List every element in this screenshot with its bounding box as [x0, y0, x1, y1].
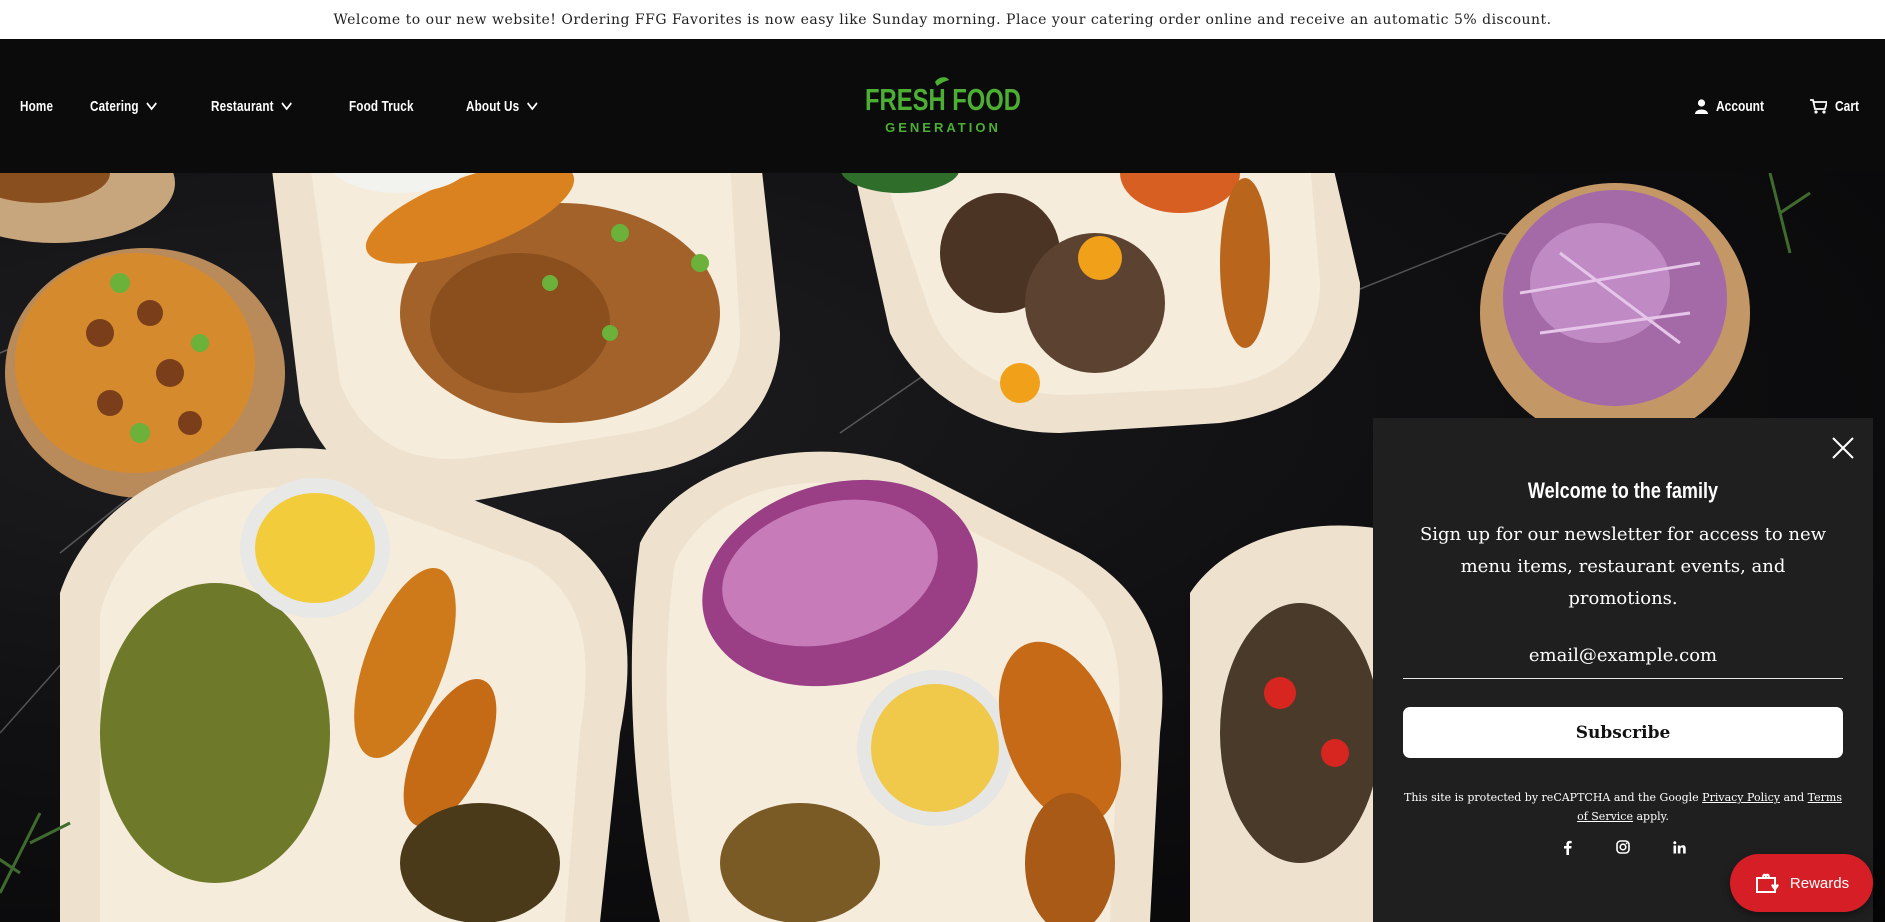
- account-link[interactable]: Account: [1694, 97, 1776, 115]
- newsletter-popup: Welcome to the family Sign up for our ne…: [1373, 418, 1873, 922]
- nav-catering[interactable]: Catering: [90, 97, 158, 115]
- privacy-policy-link[interactable]: Privacy Policy: [1702, 791, 1780, 804]
- bowl-top-left: [0, 173, 175, 243]
- main-nav: Home Catering Restaurant Food Truck Abou…: [20, 39, 592, 173]
- cart-label: Cart: [1834, 97, 1859, 115]
- nav-food-truck-label: Food Truck: [349, 97, 414, 115]
- nav-about-us[interactable]: About Us: [466, 98, 538, 115]
- linkedin-icon[interactable]: [1671, 839, 1687, 855]
- announcement-text: Welcome to our new website! Ordering FFG…: [333, 11, 1552, 28]
- popup-description: Sign up for our newsletter for access to…: [1419, 524, 1827, 609]
- announcement-bar: Welcome to our new website! Ordering FFG…: [0, 0, 1885, 39]
- chevron-down-icon: [281, 102, 293, 111]
- legal-prefix: This site is protected by reCAPTCHA and …: [1403, 791, 1699, 804]
- cart-icon: [1809, 98, 1827, 114]
- coleslaw-bowl: [1480, 183, 1750, 443]
- nav-restaurant-label: Restaurant: [210, 97, 274, 115]
- facebook-icon[interactable]: [1559, 839, 1575, 855]
- recaptcha-notice: This site is protected by reCAPTCHA and …: [1403, 788, 1843, 826]
- close-icon[interactable]: [1827, 432, 1859, 464]
- user-icon: [1694, 98, 1708, 114]
- container-bottom-left: [60, 448, 628, 922]
- nav-food-truck[interactable]: Food Truck: [349, 98, 414, 115]
- cart-link[interactable]: Cart: [1809, 97, 1865, 115]
- site-header: Home Catering Restaurant Food Truck Abou…: [0, 39, 1885, 173]
- subscribe-button[interactable]: Subscribe: [1403, 707, 1843, 758]
- legal-suffix: apply.: [1636, 810, 1669, 823]
- nav-home-label: Home: [20, 97, 54, 115]
- instagram-icon[interactable]: [1615, 839, 1631, 855]
- gift-icon: [1755, 873, 1779, 893]
- container-top-right: [841, 173, 1360, 433]
- rewards-label: Rewards: [1789, 874, 1850, 892]
- social-links: [1373, 839, 1873, 855]
- nav-about-label: About Us: [466, 97, 520, 115]
- nav-restaurant[interactable]: Restaurant: [210, 97, 293, 115]
- chevron-down-icon: [147, 102, 158, 111]
- utility-nav: Account Cart: [1661, 39, 1865, 173]
- nav-home[interactable]: Home: [20, 98, 53, 115]
- popup-title: Welcome to the family: [1373, 478, 1873, 504]
- popup-title-text: Welcome to the family: [1527, 478, 1719, 503]
- email-field[interactable]: [1403, 633, 1843, 679]
- container-bottom-center: [631, 451, 1163, 922]
- nav-catering-label: Catering: [90, 97, 140, 115]
- logo-subtext: GENERATION: [885, 120, 1001, 135]
- chevron-down-icon: [527, 102, 538, 111]
- account-label: Account: [1715, 97, 1764, 115]
- container-right: [1190, 525, 1400, 922]
- logo-wordmark: FRESH FOOD: [865, 82, 1021, 117]
- legal-and: and: [1783, 791, 1805, 804]
- rewards-button[interactable]: Rewards: [1730, 854, 1873, 912]
- fresh-food-generation-logo[interactable]: FRESH FOOD GENERATION: [863, 76, 1023, 138]
